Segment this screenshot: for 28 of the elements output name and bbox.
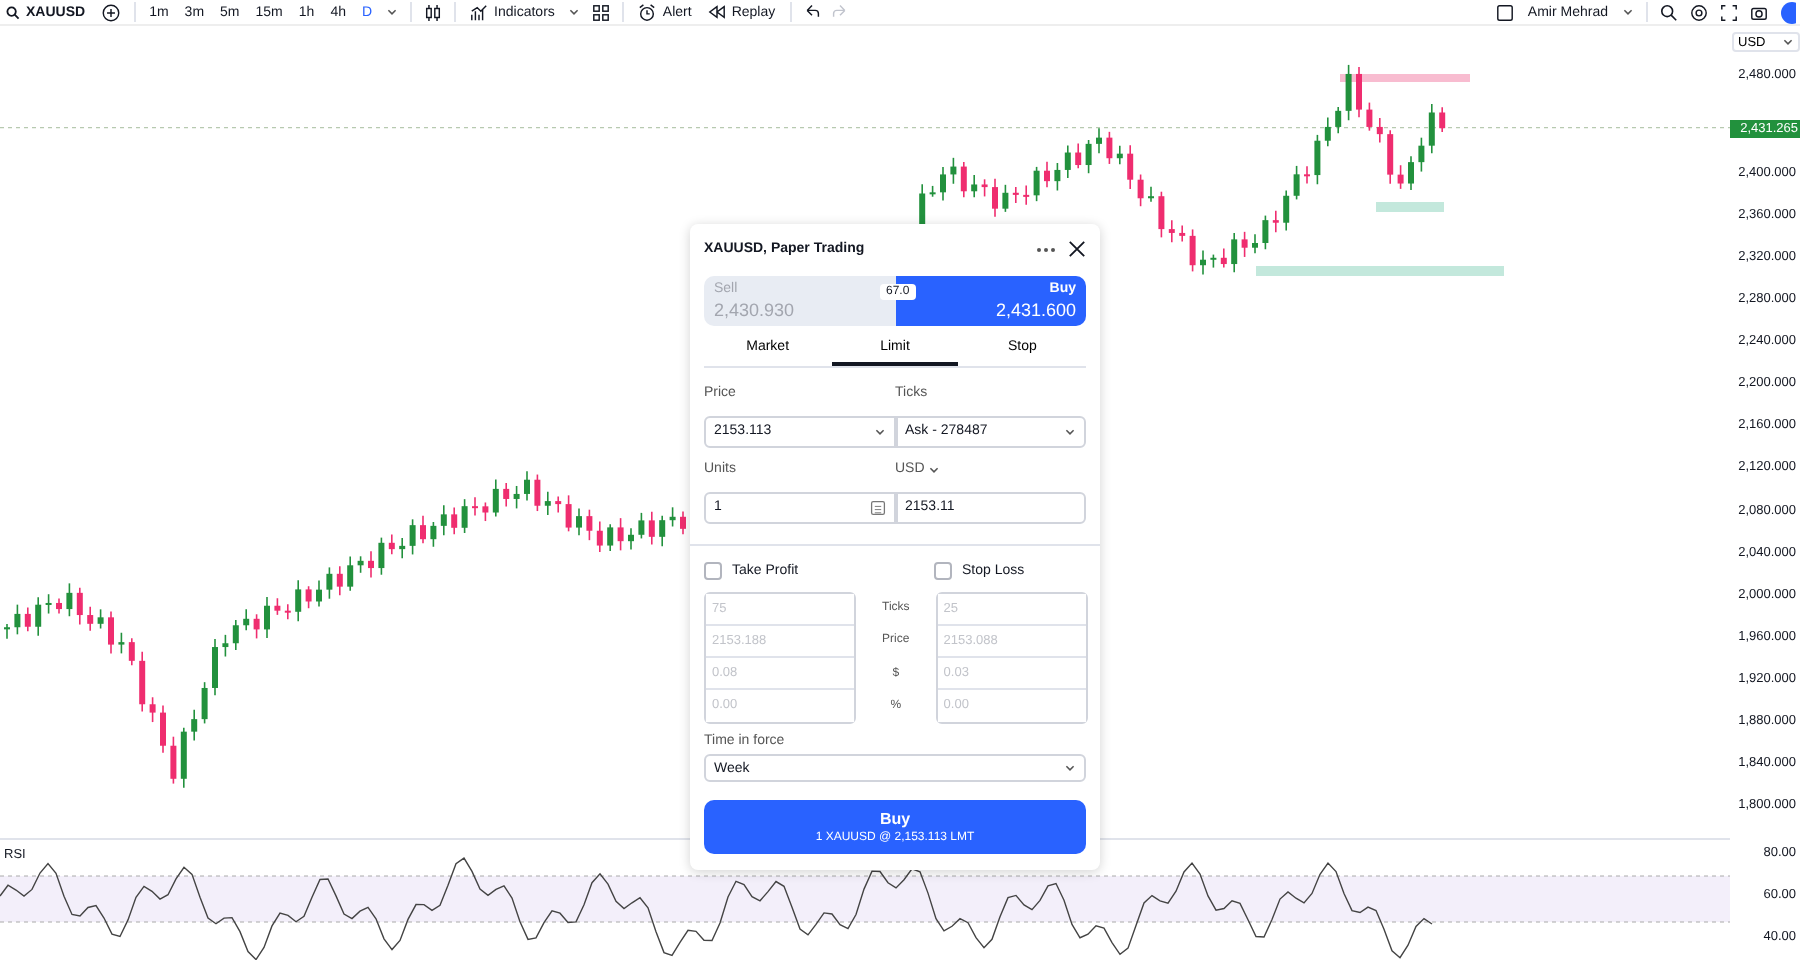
plus-icon bbox=[101, 3, 120, 21]
caret-icon[interactable] bbox=[386, 6, 399, 18]
candles-icon[interactable] bbox=[424, 3, 443, 21]
avatar-icon[interactable] bbox=[1780, 1, 1796, 23]
alarm-clock-icon bbox=[638, 3, 657, 21]
square-icon[interactable] bbox=[1495, 3, 1514, 21]
undo-icon[interactable] bbox=[803, 4, 820, 20]
settings-icon[interactable] bbox=[1690, 3, 1708, 21]
chart-icon bbox=[470, 3, 489, 21]
more-button[interactable] bbox=[1036, 245, 1056, 254]
caret-icon[interactable] bbox=[568, 6, 581, 18]
caret-icon[interactable] bbox=[1622, 6, 1634, 18]
camera-icon[interactable] bbox=[1750, 3, 1768, 21]
layout-grid-icon[interactable] bbox=[592, 3, 611, 21]
caret-icon bbox=[1782, 36, 1794, 48]
caret-icon bbox=[928, 463, 941, 476]
rewind-icon bbox=[707, 4, 726, 20]
fullscreen-icon[interactable] bbox=[1720, 3, 1738, 21]
caret-icon bbox=[1064, 762, 1076, 775]
price-zone bbox=[1376, 202, 1444, 212]
caret-icon bbox=[1064, 425, 1076, 438]
caret-icon bbox=[873, 425, 885, 438]
search-icon bbox=[6, 5, 20, 19]
calculator-icon bbox=[869, 499, 885, 516]
add-symbol-button[interactable] bbox=[99, 3, 122, 21]
search-icon[interactable] bbox=[1660, 3, 1678, 21]
price-zone bbox=[1340, 74, 1470, 82]
close-button[interactable] bbox=[1068, 240, 1086, 259]
